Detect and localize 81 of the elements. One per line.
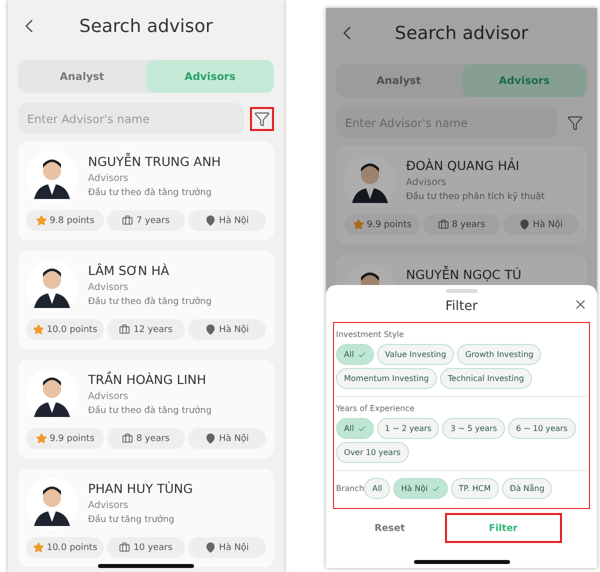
advisor-name: LÂM SƠN HÀ <box>88 263 170 278</box>
branch-text: Hà Nội <box>219 434 249 444</box>
check-icon <box>358 350 366 358</box>
filter-icon <box>254 110 270 126</box>
search-field[interactable]: Enter Advisor's name <box>18 103 244 134</box>
advisor-role: Advisors <box>88 173 130 184</box>
reset-button[interactable]: Reset <box>333 515 446 541</box>
advisor-name: NGUYỄN NGỌC TÚ <box>406 267 522 282</box>
check-icon <box>358 424 366 432</box>
pin-icon <box>205 433 216 444</box>
filter-button[interactable] <box>250 106 274 130</box>
investment-style: Đầu tư theo phân tích kỹ thuật <box>406 192 545 202</box>
advisor-card[interactable]: PHAN HUY TÙNG Advisors Đầu tư tăng trưởng 10.0 points 10 years Hà Nội <box>18 469 274 567</box>
tab[interactable]: Analyst <box>18 60 146 93</box>
advisor-role: Advisors <box>406 177 448 188</box>
points-text: 9.9 points <box>50 434 94 444</box>
filter-option[interactable]: All <box>336 418 374 439</box>
sheet-handle[interactable] <box>446 289 478 293</box>
advisor-role: Advisors <box>88 282 130 293</box>
filter-option[interactable]: Momentum Investing <box>336 368 437 389</box>
star-icon <box>352 219 364 230</box>
check-icon <box>432 484 440 492</box>
star-icon <box>36 215 47 226</box>
briefcase-icon <box>122 215 134 226</box>
pin-icon <box>518 219 530 230</box>
star-icon <box>32 542 44 553</box>
briefcase-icon <box>119 542 130 553</box>
filter-option[interactable]: 3 ~ 5 years <box>442 418 505 439</box>
branch-text: Hà Nội <box>532 220 563 230</box>
branch-text: Hà Nội <box>219 542 249 552</box>
screen-title: Search advisor <box>78 16 214 36</box>
sheet-title: Filter <box>445 298 478 314</box>
years-text: 8 years <box>452 220 486 230</box>
filter-option[interactable]: Đà Nẵng <box>502 478 552 499</box>
investment-style: Đầu tư tăng trưởng <box>88 515 176 525</box>
briefcase-icon <box>119 324 130 335</box>
branch-text: Hà Nội <box>219 216 249 226</box>
advisor-card[interactable]: LÂM SƠN HÀ Advisors Đầu tư theo đà tăng trưởng 10.0 points 12 years Hà Nội <box>18 251 274 349</box>
points-text: 9.8 points <box>50 216 94 226</box>
filter-icon <box>567 114 583 130</box>
star-icon <box>36 433 47 444</box>
filter-option[interactable]: Hà Nội <box>393 478 448 499</box>
advisor-card[interactable]: TRẦN HOÀNG LINH Advisors Đầu tư theo đà tăng trưởng 9.9 points 8 years Hà Nội <box>18 360 274 458</box>
filter-option[interactable]: 6 ~ 10 years <box>508 418 576 439</box>
advisor-role: Advisors <box>88 391 130 402</box>
filter-option[interactable]: All <box>336 344 374 365</box>
advisor-name: PHAN HUY TÙNG <box>88 481 193 496</box>
filter-option[interactable]: Value Investing <box>376 344 454 365</box>
advisor-role: Advisors <box>88 500 130 511</box>
years-text: 7 years <box>136 216 170 226</box>
pin-icon <box>205 542 216 553</box>
advisor-name: TRẦN HOÀNG LINH <box>88 372 208 387</box>
investment-style: Đầu tư theo đà tăng trưởng <box>88 297 212 307</box>
filter-option[interactable]: Growth Investing <box>457 344 542 365</box>
pin-icon <box>205 324 216 335</box>
pin-icon <box>205 215 216 226</box>
advisor-card[interactable]: ĐOÀN QUANG HẢI Advisors Đầu tư theo phân tích kỹ thuật 9.9 points 8 years Hà Nội <box>336 146 587 244</box>
section-label: Years of Experience <box>336 404 416 413</box>
investment-style: Đầu tư theo đà tăng trưởng <box>88 406 212 416</box>
filter-option[interactable]: 1 ~ 2 years <box>376 418 440 439</box>
briefcase-icon <box>438 219 449 230</box>
years-text: 10 years <box>133 542 173 552</box>
investment-style: Đầu tư theo đà tăng trưởng <box>88 188 213 198</box>
star-icon <box>32 324 44 335</box>
points-text: 10.0 points <box>46 542 98 552</box>
briefcase-icon <box>122 433 134 444</box>
advisor-name: ĐOÀN QUANG HẢI <box>406 158 520 173</box>
years-text: 12 years <box>133 324 173 334</box>
advisor-card[interactable]: NGUYỄN TRUNG ANH Advisors Đầu tư theo đà tăng trưởng 9.8 points 7 years Hà Nội <box>18 142 274 240</box>
points-text: 10.0 points <box>46 324 98 334</box>
section-label: Investment Style <box>336 330 405 339</box>
branch-text: Hà Nội <box>219 324 249 334</box>
section-label: Branch <box>336 484 364 493</box>
filter-option[interactable]: TP. HCM <box>450 478 499 499</box>
screen-title: Search advisor <box>394 22 530 44</box>
filter-option[interactable]: Over 10 years <box>336 442 409 463</box>
filter-option[interactable]: All <box>364 478 390 499</box>
years-text: 8 years <box>136 434 170 444</box>
advisor-name: NGUYỄN TRUNG ANH <box>88 154 221 169</box>
points-text: 9.9 points <box>366 220 412 230</box>
filter-option[interactable]: Technical Investing <box>440 368 532 389</box>
